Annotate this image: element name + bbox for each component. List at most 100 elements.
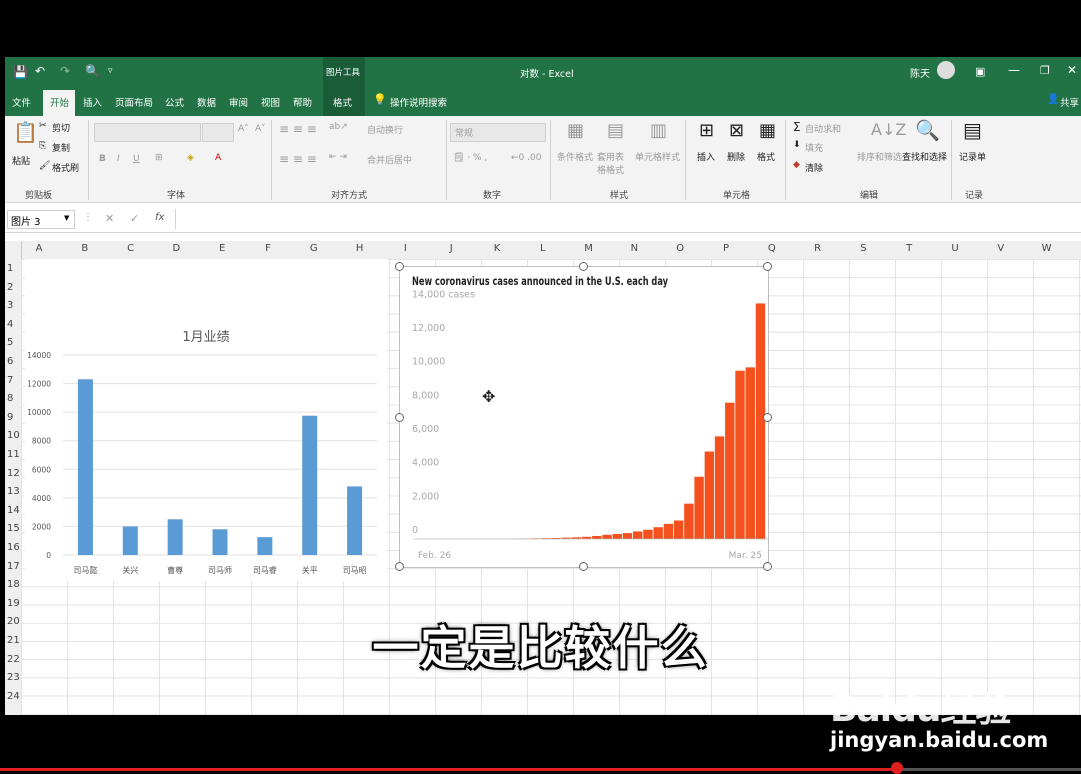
select-all-button[interactable]	[5, 241, 22, 259]
row-header-2[interactable]: 2	[7, 282, 13, 293]
format-cells-icon[interactable]: ▦	[759, 120, 776, 141]
tab-insert[interactable]: 插入	[83, 95, 102, 109]
redo-icon[interactable]: ↷	[60, 64, 70, 78]
insert-function-button[interactable]: fx	[155, 212, 164, 223]
column-header-V[interactable]: V	[991, 243, 1011, 254]
row-header-4[interactable]: 4	[7, 319, 13, 330]
row-header-18[interactable]: 18	[7, 579, 20, 590]
column-header-T[interactable]: T	[899, 243, 919, 254]
delete-cells-button[interactable]: 删除	[727, 150, 745, 163]
row-header-19[interactable]: 19	[7, 598, 20, 609]
row-header-12[interactable]: 12	[7, 468, 20, 479]
record-form-icon[interactable]: ▤	[963, 118, 982, 142]
font-color-icon[interactable]: A	[215, 153, 221, 163]
enter-icon[interactable]: ✓	[130, 212, 139, 225]
align-left-icon[interactable]: ≡ ≡ ≡	[279, 152, 317, 166]
tab-review[interactable]: 审阅	[229, 95, 248, 109]
cut-icon[interactable]: ✂	[39, 121, 47, 131]
column-header-E[interactable]: E	[212, 243, 232, 254]
number-format-select[interactable]: 常规	[450, 123, 546, 142]
column-header-W[interactable]: W	[1037, 243, 1057, 254]
tab-file[interactable]: 文件	[12, 95, 31, 109]
cancel-icon[interactable]: ✕	[105, 212, 114, 225]
avatar[interactable]	[937, 61, 955, 79]
column-header-L[interactable]: L	[533, 243, 553, 254]
fill-button[interactable]: 填充	[805, 141, 823, 154]
tab-help[interactable]: 帮助	[293, 95, 312, 109]
chart-sales-january[interactable]: 1月业绩02000400060008000100001200014000司马懿关…	[25, 259, 387, 581]
resize-handle-n[interactable]	[579, 262, 588, 271]
column-header-J[interactable]: J	[441, 243, 461, 254]
share-icon[interactable]: 👤	[1047, 94, 1059, 105]
column-header-H[interactable]: H	[350, 243, 370, 254]
copy-button[interactable]: 复制	[52, 141, 70, 154]
minimize-icon[interactable]: —	[1008, 63, 1020, 77]
close-icon[interactable]: ✕	[1067, 63, 1077, 77]
tab-page-layout[interactable]: 页面布局	[115, 95, 153, 109]
borders-icon[interactable]: ⊞	[155, 153, 163, 163]
ribbon-display-icon[interactable]: ▣	[975, 65, 985, 78]
clear-button[interactable]: 清除	[805, 161, 823, 174]
cell-styles-icon[interactable]: ▥	[650, 120, 667, 141]
column-header-K[interactable]: K	[487, 243, 507, 254]
paste-button[interactable]: 粘贴	[12, 154, 30, 167]
video-progress-knob[interactable]	[891, 762, 903, 774]
tab-data[interactable]: 数据	[197, 95, 216, 109]
row-header-3[interactable]: 3	[7, 300, 13, 311]
resize-handle-s[interactable]	[579, 562, 588, 571]
column-header-N[interactable]: N	[624, 243, 644, 254]
row-header-16[interactable]: 16	[7, 542, 20, 553]
copy-icon[interactable]: ⎘	[39, 141, 46, 151]
tab-home[interactable]: 开始	[50, 95, 69, 109]
paste-icon[interactable]: 📋	[13, 120, 38, 144]
find-select-icon[interactable]: 🔍	[915, 118, 940, 142]
column-header-A[interactable]: A	[29, 243, 49, 254]
autosum-icon[interactable]: Σ	[793, 120, 801, 134]
merge-center-button[interactable]: 合并后居中	[367, 153, 412, 166]
name-box[interactable]: 图片 3 ▼	[7, 210, 75, 229]
cut-button[interactable]: 剪切	[52, 121, 70, 134]
save-icon[interactable]: 💾	[13, 65, 28, 79]
insert-cells-icon[interactable]: ⊞	[699, 120, 714, 141]
cell-styles-button[interactable]: 单元格样式	[635, 150, 680, 163]
clear-icon[interactable]: ◆	[793, 160, 800, 170]
row-header-24[interactable]: 24	[7, 691, 20, 702]
column-header-G[interactable]: G	[304, 243, 324, 254]
print-preview-icon[interactable]: 🔍	[85, 64, 100, 78]
resize-handle-se[interactable]	[763, 562, 772, 571]
restore-icon[interactable]: ❐	[1040, 64, 1050, 77]
resize-handle-w[interactable]	[395, 413, 404, 422]
column-header-F[interactable]: F	[258, 243, 278, 254]
increase-font-icon[interactable]: A˄	[238, 124, 249, 134]
orientation-icon[interactable]: ab↗	[329, 122, 348, 132]
autosum-button[interactable]: 自动求和	[805, 122, 841, 135]
resize-handle-nw[interactable]	[395, 262, 404, 271]
tab-format[interactable]: 格式	[333, 95, 352, 109]
insert-cells-button[interactable]: 插入	[697, 150, 715, 163]
column-header-O[interactable]: O	[670, 243, 690, 254]
row-header-1[interactable]: 1	[7, 263, 13, 274]
italic-button[interactable]: I	[117, 154, 120, 164]
row-header-13[interactable]: 13	[7, 486, 20, 497]
fill-color-icon[interactable]: ◈	[187, 153, 194, 163]
format-table-icon[interactable]: ▤	[607, 120, 624, 141]
font-size-select[interactable]	[202, 123, 234, 142]
align-top-icon[interactable]: ≡ ≡ ≡	[279, 122, 317, 136]
record-form-button[interactable]: 记录单	[959, 150, 986, 163]
row-header-11[interactable]: 11	[7, 449, 20, 460]
resize-handle-sw[interactable]	[395, 562, 404, 571]
row-header-17[interactable]: 17	[7, 561, 20, 572]
tab-formulas[interactable]: 公式	[165, 95, 184, 109]
resize-handle-ne[interactable]	[763, 262, 772, 271]
currency-icon[interactable]: 🗒 · % ,	[453, 153, 487, 163]
font-name-select[interactable]	[94, 123, 201, 142]
underline-button[interactable]: U	[133, 154, 140, 164]
row-header-15[interactable]: 15	[7, 523, 20, 534]
decimal-icon[interactable]: ←0 .00	[511, 153, 541, 163]
bold-button[interactable]: B	[99, 154, 106, 164]
conditional-format-icon[interactable]: ▦	[567, 120, 584, 141]
column-header-Q[interactable]: Q	[762, 243, 782, 254]
column-header-D[interactable]: D	[166, 243, 186, 254]
find-select-button[interactable]: 查找和选择	[902, 150, 947, 163]
row-header-9[interactable]: 9	[7, 412, 13, 423]
